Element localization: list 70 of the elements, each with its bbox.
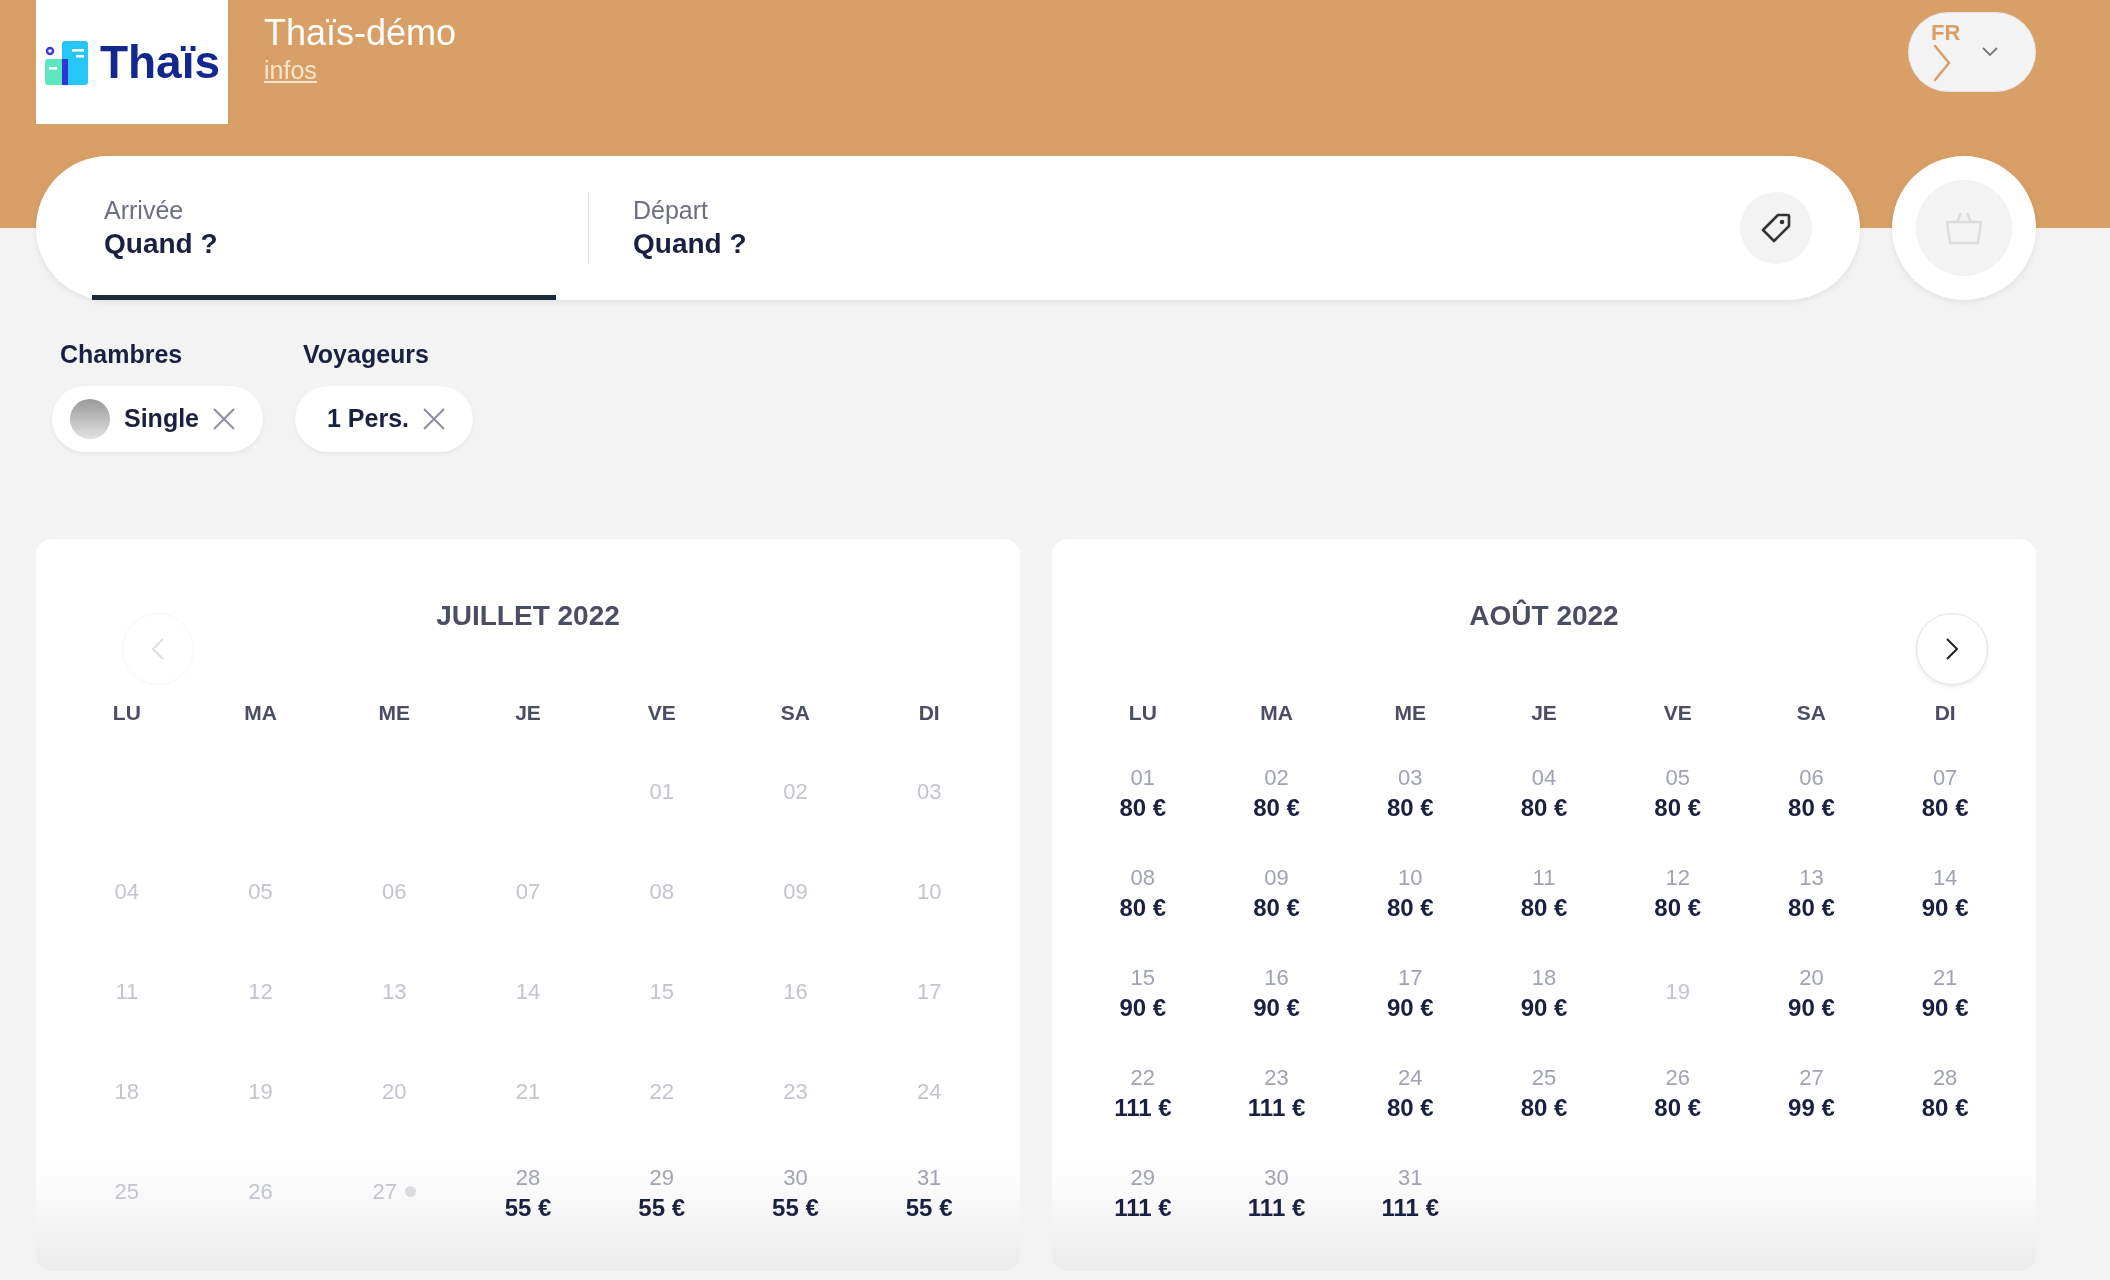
calendar-day[interactable]: 07 80 € [1921,762,1969,823]
date-field[interactable]: Départ Quand ? [621,156,1740,300]
calendar-day[interactable]: 17 90 € [1386,962,1434,1023]
hotel-title: Thaïs-démo [264,11,457,55]
logo-text: Thaïs [99,39,221,85]
weekday-label: MA [243,699,278,726]
language-code: FR [1931,22,1961,44]
calendar-day[interactable]: 29 55 € [638,1162,686,1223]
calendar-day[interactable]: 30 55 € [772,1162,819,1223]
filter-label: Chambres [60,339,183,370]
close-icon[interactable] [213,407,235,430]
calendar-day[interactable]: 14 90 € [1921,862,1969,923]
calendar-day[interactable]: 28 55 € [504,1162,552,1223]
month-title: JUILLET 2022 [435,598,621,633]
weekday-label: DI [1933,699,1957,726]
weekday-label: VE [646,699,677,726]
chip-text: Single [124,402,199,434]
weekday-label: ME [377,699,412,726]
chevron-right-icon [1931,44,1953,82]
calendar-day[interactable]: 12 80 € [1654,862,1702,923]
calendar-day[interactable]: 08 80 € [1119,862,1167,923]
calendar-day[interactable]: 31 111 € [1381,1162,1439,1223]
photo-placeholder [70,398,110,439]
calendar-day[interactable]: 26 80 € [1654,1062,1702,1123]
close-icon[interactable] [423,407,446,430]
calendar-day[interactable]: 09 80 € [1253,862,1300,923]
calendar-day[interactable]: 16 90 € [1253,962,1300,1023]
filter-chip[interactable]: 1 Pers. [295,385,474,452]
calendar-day[interactable]: 21 90 € [1921,962,1969,1023]
calendar-day[interactable]: 06 80 € [1788,762,1835,823]
weekday-label: SA [1795,699,1827,726]
tag-icon [1760,212,1792,244]
calendar-day[interactable]: 11 80 € [1520,862,1568,923]
calendar-day[interactable]: 30 111 € [1247,1162,1306,1223]
weekday-label: ME [1393,699,1428,726]
calendar-day[interactable]: 20 90 € [1788,962,1835,1023]
weekday-label: JE [1530,699,1558,726]
logo[interactable]: Thaïs [36,0,228,124]
chip-text: 1 Pers. [327,402,410,434]
weekday-label: DI [917,699,941,726]
weekday-label: LU [111,699,142,726]
date-field[interactable]: Arrivée Quand ? [92,156,556,300]
calendar-day[interactable]: 01 80 € [1119,762,1167,823]
calendar-day[interactable]: 27 99 € [1788,1062,1835,1123]
weekday-label: JE [514,699,542,726]
calendar-day[interactable]: 31 55 € [905,1162,953,1223]
weekday-label: LU [1127,699,1158,726]
chevron-left-icon [151,636,165,661]
calendar-day[interactable]: 13 80 € [1788,862,1835,923]
chevron-right-icon [1945,636,1959,661]
calendar-day[interactable]: 02 80 € [1253,762,1300,823]
calendar-day[interactable]: 03 80 € [1386,762,1434,823]
calendar-day[interactable]: 22 111 € [1114,1062,1172,1123]
calendar-day[interactable]: 29 111 € [1114,1162,1172,1223]
weekday-label: MA [1259,699,1294,726]
calendar-day[interactable]: 24 80 € [1386,1062,1434,1123]
weekday-label: VE [1662,699,1693,726]
calendar-day[interactable]: 25 80 € [1520,1062,1568,1123]
filter-label: Voyageurs [303,339,429,370]
calendar-day[interactable]: 10 80 € [1386,862,1434,923]
calendar-day[interactable]: 28 80 € [1921,1062,1969,1123]
calendar-day[interactable]: 05 80 € [1654,762,1702,823]
calendar-day[interactable]: 04 80 € [1520,762,1568,823]
caret-down-icon [1982,47,1999,57]
calendar-day[interactable]: 23 111 € [1247,1062,1306,1123]
calendar-day[interactable]: 15 90 € [1119,962,1167,1023]
weekday-label: SA [779,699,811,726]
month-title: AOÛT 2022 [1468,598,1620,633]
calendar-day[interactable]: 18 90 € [1520,962,1568,1023]
filter-chip[interactable]: Single [52,385,263,452]
